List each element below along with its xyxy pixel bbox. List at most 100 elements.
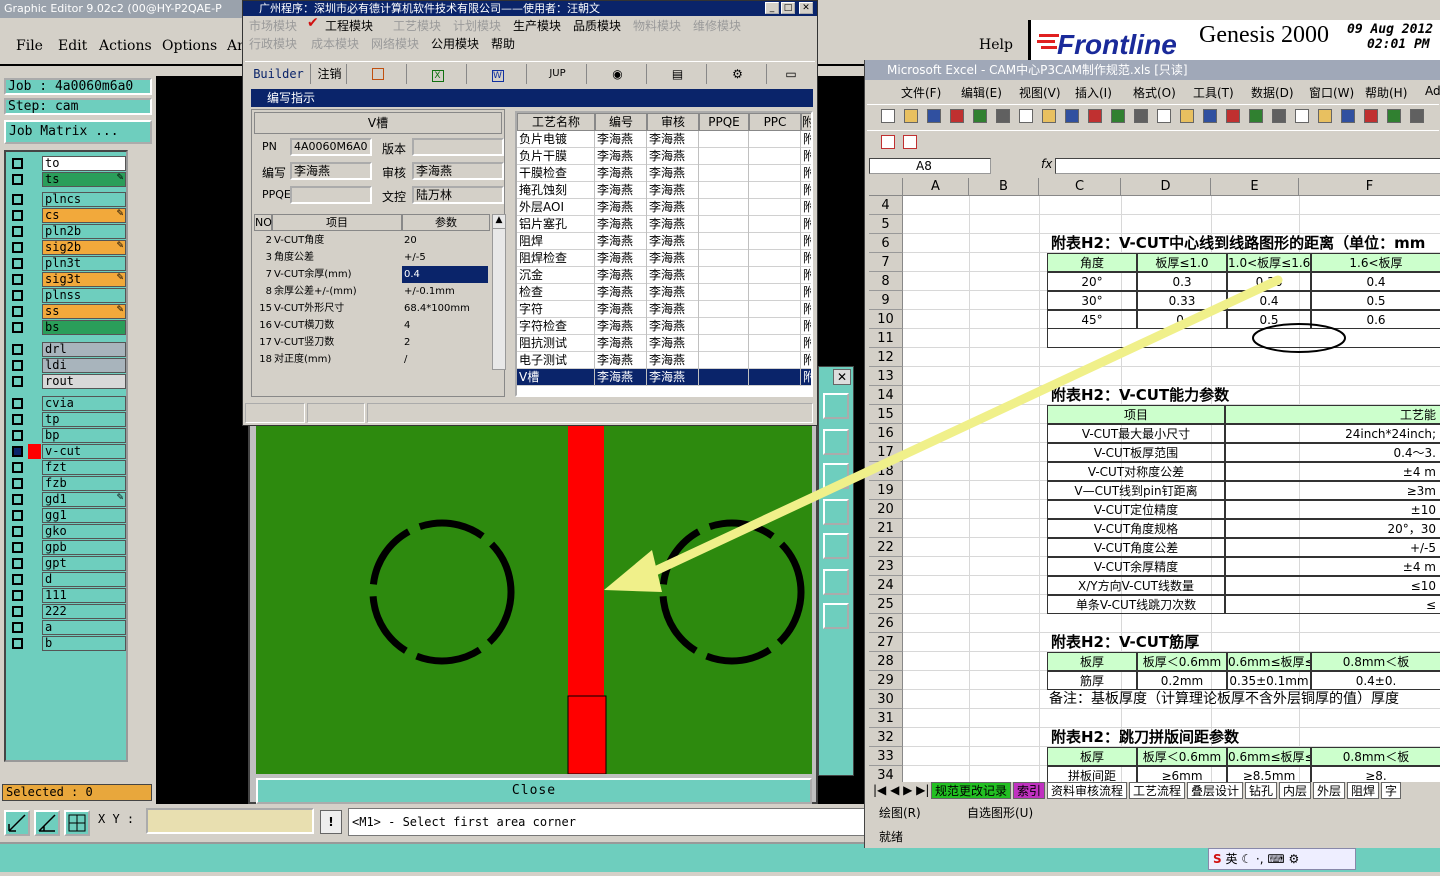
name-box[interactable]: A8 [869,158,991,174]
toolbar-icon[interactable] [1410,109,1424,123]
layer-checkbox[interactable] [12,174,23,185]
layer-checkbox[interactable] [12,558,23,569]
process-row[interactable]: 掩孔蚀刻李海燕李海燕附 [517,182,811,199]
cell[interactable]: V-CUT板厚范围 [1047,443,1225,462]
layer-name[interactable]: ts [42,172,126,187]
toolbar-icon[interactable] [1134,109,1148,123]
layer-name[interactable]: b [42,636,126,651]
zoom-window-icon[interactable] [823,393,849,419]
toolbar-icon[interactable] [1111,109,1125,123]
layer-checkbox[interactable] [12,274,23,285]
row-header[interactable]: 29 [869,671,903,690]
cell[interactable]: 20° [1047,272,1137,291]
row-header[interactable]: 15 [869,405,903,424]
menu-edit[interactable]: Edit [58,38,87,54]
sheet-tab[interactable]: 钻孔 [1245,782,1278,799]
row-header[interactable]: 13 [869,367,903,386]
process-row[interactable]: 干膜检查李海燕李海燕附 [517,165,811,182]
layer-row[interactable]: gd1 ✎ [8,492,128,507]
param-row[interactable]: 7 V-CUT余厚(mm) 0.4 [254,266,492,283]
cell[interactable]: V-CUT定位精度 [1047,500,1225,519]
layer-row[interactable]: gko [8,524,128,539]
layer-checkbox[interactable] [12,290,23,301]
cell[interactable]: 板厚＜0.6mm [1137,747,1227,766]
pn-field[interactable]: 4A0060M6A0 [290,138,372,156]
layer-checkbox[interactable] [12,462,23,473]
row-header[interactable]: 8 [869,272,903,291]
row-header[interactable]: 10 [869,310,903,329]
zoom-out-icon[interactable] [823,463,849,489]
layer-row[interactable]: v-cut [8,444,128,459]
row-header[interactable]: 5 [869,215,903,234]
layer-name[interactable]: fzb [42,476,126,491]
layer-row[interactable]: drl [8,342,128,357]
cell[interactable]: 24inch*24inch; [1225,424,1440,443]
layer-name[interactable]: pln2b [42,224,126,239]
row-header[interactable]: 24 [869,576,903,595]
menu-cost[interactable]: 成本模块 [311,35,359,52]
param-value[interactable]: +/-0.1mm [402,283,488,300]
job-matrix-button[interactable]: Job Matrix ... [4,120,152,144]
toolbar-icon[interactable] [1157,109,1171,123]
toolbar-icon[interactable] [1226,109,1240,123]
row-header[interactable]: 21 [869,519,903,538]
zoom-icon[interactable] [4,810,30,836]
layer-row[interactable]: d [8,572,128,587]
menu-file[interactable]: File [16,38,43,54]
layer-checkbox[interactable] [12,606,23,617]
row-header[interactable]: 9 [869,291,903,310]
row-header[interactable]: 19 [869,481,903,500]
layer-checkbox[interactable] [12,376,23,387]
process-row[interactable]: 阻焊李海燕李海燕附 [517,233,811,250]
cell[interactable]: V-CUT对称度公差 [1047,462,1225,481]
ppt-icon[interactable] [349,64,407,84]
layer-checkbox[interactable] [12,344,23,355]
toolbar-icon[interactable] [996,109,1010,123]
toolbar-icon[interactable] [904,109,918,123]
row-header[interactable]: 4 [869,196,903,215]
process-row[interactable]: 电子测试李海燕李海燕附 [517,352,811,369]
toolbar-icon[interactable] [1088,109,1102,123]
layer-checkbox[interactable] [12,542,23,553]
layer-row[interactable]: bp [8,428,128,443]
row-header[interactable]: 25 [869,595,903,614]
close-button[interactable]: Close [256,778,812,804]
layer-row[interactable]: plncs [8,192,128,207]
menu-options[interactable]: Options [162,38,217,54]
toolbar-icon[interactable] [1387,109,1401,123]
param-row[interactable]: 2 V-CUT角度 20 [254,232,492,249]
cell[interactable]: ≥6mm [1137,766,1227,782]
sheet-tab[interactable]: 资料审核流程 [1047,782,1128,799]
toolbar-icon[interactable] [1065,109,1079,123]
layer-row[interactable]: to [8,156,128,171]
maximize-button[interactable]: □ [781,2,795,14]
layer-checkbox[interactable] [12,414,23,425]
close-window-button[interactable]: ✕ [799,2,813,14]
layer-row[interactable]: fzt [8,460,128,475]
layer-checkbox[interactable] [12,242,23,253]
ppqe-field[interactable] [290,186,372,204]
layer-row[interactable]: gg1 [8,508,128,523]
process-row[interactable]: 字符检查李海燕李海燕附 [517,318,811,335]
row-header[interactable]: 12 [869,348,903,367]
param-value[interactable]: +/-5 [402,249,488,266]
layer-name[interactable]: a [42,620,126,635]
cell[interactable]: 板厚 [1047,747,1137,766]
cell[interactable]: 0.8mm＜板 [1311,747,1440,766]
process-row[interactable]: 阻焊检查李海燕李海燕附 [517,250,811,267]
zoom-all-icon[interactable] [823,603,849,629]
param-value[interactable]: 68.4*100mm [402,300,488,317]
menu-network[interactable]: 网络模块 [371,35,419,52]
layer-name[interactable]: v-cut [42,444,126,459]
layer-name[interactable]: plnss [42,288,126,303]
menu-help[interactable]: Help [979,37,1013,53]
cell[interactable]: ±10 [1225,500,1440,519]
sheet-tab[interactable]: 索引 [1013,782,1046,799]
doc-field[interactable]: 陆万林 [412,186,504,204]
row-header[interactable]: 27 [869,633,903,652]
sheet-tab[interactable]: 外层 [1313,782,1346,799]
menu-engineering[interactable]: 工程模块 [325,17,373,34]
process-row[interactable]: 阻抗测试李海燕李海燕附 [517,335,811,352]
cell[interactable]: ≤10 [1225,576,1440,595]
layer-checkbox[interactable] [12,510,23,521]
